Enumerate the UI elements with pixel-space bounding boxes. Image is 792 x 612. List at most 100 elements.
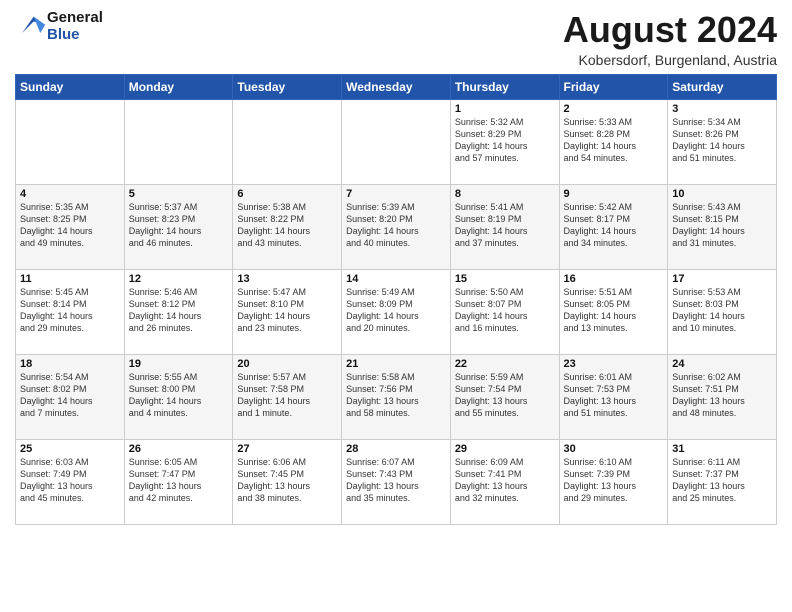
title-block: August 2024 Kobersdorf, Burgenland, Aust… <box>563 10 777 68</box>
day-number: 1 <box>455 103 555 115</box>
day-cell: 9Sunrise: 5:42 AMSunset: 8:17 PMDaylight… <box>559 184 668 269</box>
day-cell: 31Sunrise: 6:11 AMSunset: 7:37 PMDayligh… <box>668 439 777 524</box>
day-number: 12 <box>129 273 229 285</box>
day-info: Sunrise: 5:33 AMSunset: 8:28 PMDaylight:… <box>564 116 664 165</box>
week-row-3: 11Sunrise: 5:45 AMSunset: 8:14 PMDayligh… <box>16 269 777 354</box>
day-cell: 2Sunrise: 5:33 AMSunset: 8:28 PMDaylight… <box>559 99 668 184</box>
day-cell: 26Sunrise: 6:05 AMSunset: 7:47 PMDayligh… <box>124 439 233 524</box>
day-info: Sunrise: 5:38 AMSunset: 8:22 PMDaylight:… <box>237 201 337 250</box>
day-cell: 6Sunrise: 5:38 AMSunset: 8:22 PMDaylight… <box>233 184 342 269</box>
day-number: 25 <box>20 443 120 455</box>
day-number: 20 <box>237 358 337 370</box>
day-cell: 14Sunrise: 5:49 AMSunset: 8:09 PMDayligh… <box>342 269 451 354</box>
logo: General Blue <box>15 10 103 43</box>
weekday-thursday: Thursday <box>450 74 559 99</box>
day-number: 13 <box>237 273 337 285</box>
day-cell: 17Sunrise: 5:53 AMSunset: 8:03 PMDayligh… <box>668 269 777 354</box>
weekday-saturday: Saturday <box>668 74 777 99</box>
day-number: 27 <box>237 443 337 455</box>
day-number: 31 <box>672 443 772 455</box>
day-cell: 3Sunrise: 5:34 AMSunset: 8:26 PMDaylight… <box>668 99 777 184</box>
week-row-1: 1Sunrise: 5:32 AMSunset: 8:29 PMDaylight… <box>16 99 777 184</box>
day-cell: 28Sunrise: 6:07 AMSunset: 7:43 PMDayligh… <box>342 439 451 524</box>
day-info: Sunrise: 5:41 AMSunset: 8:19 PMDaylight:… <box>455 201 555 250</box>
day-info: Sunrise: 5:50 AMSunset: 8:07 PMDaylight:… <box>455 286 555 335</box>
day-info: Sunrise: 5:49 AMSunset: 8:09 PMDaylight:… <box>346 286 446 335</box>
calendar: SundayMondayTuesdayWednesdayThursdayFrid… <box>15 74 777 525</box>
day-number: 28 <box>346 443 446 455</box>
day-info: Sunrise: 5:53 AMSunset: 8:03 PMDaylight:… <box>672 286 772 335</box>
month-title: August 2024 <box>563 10 777 50</box>
day-cell: 23Sunrise: 6:01 AMSunset: 7:53 PMDayligh… <box>559 354 668 439</box>
day-info: Sunrise: 5:35 AMSunset: 8:25 PMDaylight:… <box>20 201 120 250</box>
day-number: 9 <box>564 188 664 200</box>
day-cell: 25Sunrise: 6:03 AMSunset: 7:49 PMDayligh… <box>16 439 125 524</box>
weekday-wednesday: Wednesday <box>342 74 451 99</box>
day-info: Sunrise: 6:09 AMSunset: 7:41 PMDaylight:… <box>455 456 555 505</box>
day-cell: 21Sunrise: 5:58 AMSunset: 7:56 PMDayligh… <box>342 354 451 439</box>
logo-icon <box>17 10 47 38</box>
day-number: 17 <box>672 273 772 285</box>
day-cell: 10Sunrise: 5:43 AMSunset: 8:15 PMDayligh… <box>668 184 777 269</box>
day-info: Sunrise: 5:46 AMSunset: 8:12 PMDaylight:… <box>129 286 229 335</box>
day-cell: 19Sunrise: 5:55 AMSunset: 8:00 PMDayligh… <box>124 354 233 439</box>
day-info: Sunrise: 5:51 AMSunset: 8:05 PMDaylight:… <box>564 286 664 335</box>
day-number: 8 <box>455 188 555 200</box>
day-number: 16 <box>564 273 664 285</box>
day-number: 4 <box>20 188 120 200</box>
day-info: Sunrise: 6:03 AMSunset: 7:49 PMDaylight:… <box>20 456 120 505</box>
day-info: Sunrise: 5:34 AMSunset: 8:26 PMDaylight:… <box>672 116 772 165</box>
weekday-friday: Friday <box>559 74 668 99</box>
day-info: Sunrise: 6:07 AMSunset: 7:43 PMDaylight:… <box>346 456 446 505</box>
week-row-4: 18Sunrise: 5:54 AMSunset: 8:02 PMDayligh… <box>16 354 777 439</box>
day-cell: 29Sunrise: 6:09 AMSunset: 7:41 PMDayligh… <box>450 439 559 524</box>
day-number: 14 <box>346 273 446 285</box>
day-cell: 12Sunrise: 5:46 AMSunset: 8:12 PMDayligh… <box>124 269 233 354</box>
day-cell: 15Sunrise: 5:50 AMSunset: 8:07 PMDayligh… <box>450 269 559 354</box>
day-cell: 20Sunrise: 5:57 AMSunset: 7:58 PMDayligh… <box>233 354 342 439</box>
location: Kobersdorf, Burgenland, Austria <box>563 52 777 68</box>
day-number: 22 <box>455 358 555 370</box>
day-info: Sunrise: 5:57 AMSunset: 7:58 PMDaylight:… <box>237 371 337 420</box>
day-info: Sunrise: 5:54 AMSunset: 8:02 PMDaylight:… <box>20 371 120 420</box>
day-cell: 4Sunrise: 5:35 AMSunset: 8:25 PMDaylight… <box>16 184 125 269</box>
day-info: Sunrise: 6:01 AMSunset: 7:53 PMDaylight:… <box>564 371 664 420</box>
week-row-2: 4Sunrise: 5:35 AMSunset: 8:25 PMDaylight… <box>16 184 777 269</box>
day-cell <box>233 99 342 184</box>
day-info: Sunrise: 5:58 AMSunset: 7:56 PMDaylight:… <box>346 371 446 420</box>
day-number: 21 <box>346 358 446 370</box>
day-number: 11 <box>20 273 120 285</box>
day-number: 15 <box>455 273 555 285</box>
day-info: Sunrise: 5:42 AMSunset: 8:17 PMDaylight:… <box>564 201 664 250</box>
day-cell: 1Sunrise: 5:32 AMSunset: 8:29 PMDaylight… <box>450 99 559 184</box>
week-row-5: 25Sunrise: 6:03 AMSunset: 7:49 PMDayligh… <box>16 439 777 524</box>
weekday-sunday: Sunday <box>16 74 125 99</box>
day-info: Sunrise: 5:59 AMSunset: 7:54 PMDaylight:… <box>455 371 555 420</box>
day-number: 3 <box>672 103 772 115</box>
page: General Blue August 2024 Kobersdorf, Bur… <box>0 0 792 535</box>
weekday-header-row: SundayMondayTuesdayWednesdayThursdayFrid… <box>16 74 777 99</box>
day-info: Sunrise: 5:32 AMSunset: 8:29 PMDaylight:… <box>455 116 555 165</box>
day-number: 26 <box>129 443 229 455</box>
day-info: Sunrise: 5:47 AMSunset: 8:10 PMDaylight:… <box>237 286 337 335</box>
day-info: Sunrise: 6:02 AMSunset: 7:51 PMDaylight:… <box>672 371 772 420</box>
day-info: Sunrise: 5:55 AMSunset: 8:00 PMDaylight:… <box>129 371 229 420</box>
day-number: 10 <box>672 188 772 200</box>
day-number: 24 <box>672 358 772 370</box>
day-info: Sunrise: 5:37 AMSunset: 8:23 PMDaylight:… <box>129 201 229 250</box>
day-info: Sunrise: 6:10 AMSunset: 7:39 PMDaylight:… <box>564 456 664 505</box>
day-cell: 7Sunrise: 5:39 AMSunset: 8:20 PMDaylight… <box>342 184 451 269</box>
day-number: 5 <box>129 188 229 200</box>
day-number: 7 <box>346 188 446 200</box>
day-info: Sunrise: 6:06 AMSunset: 7:45 PMDaylight:… <box>237 456 337 505</box>
day-info: Sunrise: 6:11 AMSunset: 7:37 PMDaylight:… <box>672 456 772 505</box>
day-cell: 13Sunrise: 5:47 AMSunset: 8:10 PMDayligh… <box>233 269 342 354</box>
weekday-tuesday: Tuesday <box>233 74 342 99</box>
day-cell <box>124 99 233 184</box>
day-number: 23 <box>564 358 664 370</box>
day-number: 30 <box>564 443 664 455</box>
day-number: 18 <box>20 358 120 370</box>
day-cell: 16Sunrise: 5:51 AMSunset: 8:05 PMDayligh… <box>559 269 668 354</box>
day-cell: 18Sunrise: 5:54 AMSunset: 8:02 PMDayligh… <box>16 354 125 439</box>
day-info: Sunrise: 5:39 AMSunset: 8:20 PMDaylight:… <box>346 201 446 250</box>
